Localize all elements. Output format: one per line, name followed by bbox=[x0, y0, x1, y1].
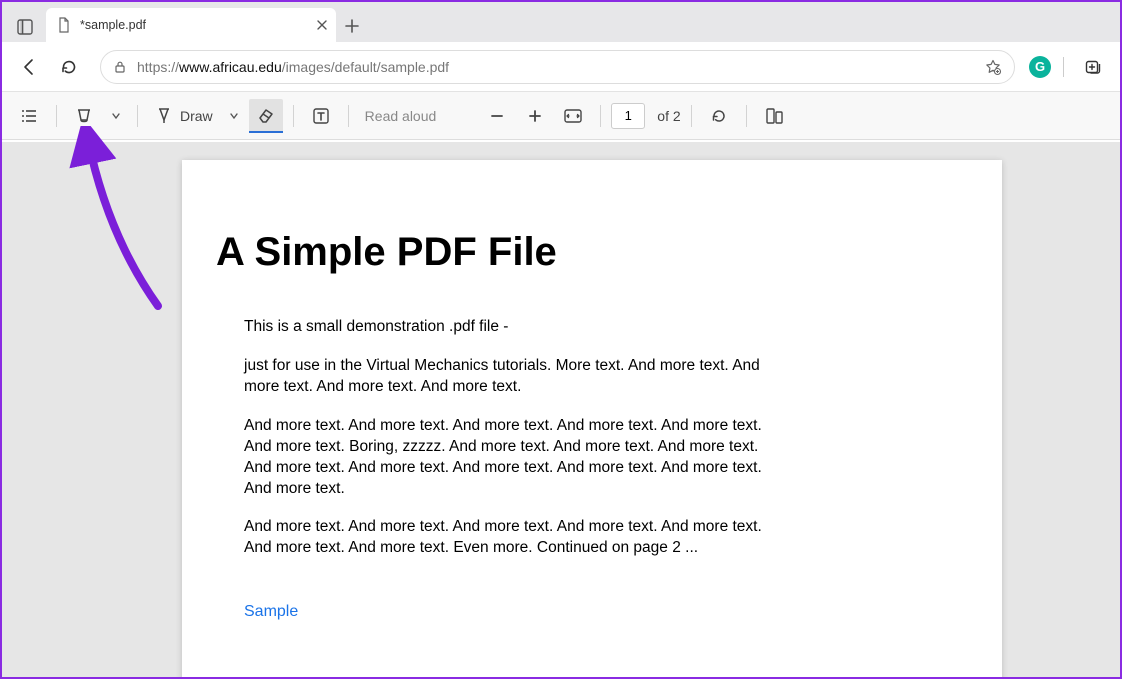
back-button[interactable] bbox=[12, 50, 46, 84]
page-body: This is a small demonstration .pdf file … bbox=[216, 317, 776, 559]
erase-button[interactable] bbox=[249, 99, 283, 133]
paragraph: just for use in the Virtual Mechanics tu… bbox=[244, 356, 776, 398]
close-tab-icon[interactable] bbox=[316, 19, 328, 31]
draw-label: Draw bbox=[180, 108, 213, 124]
pdf-page: A Simple PDF File This is a small demons… bbox=[182, 160, 1002, 677]
separator bbox=[348, 105, 349, 127]
paragraph: This is a small demonstration .pdf file … bbox=[244, 317, 776, 338]
separator bbox=[1063, 57, 1064, 77]
lock-icon bbox=[113, 60, 127, 74]
separator bbox=[56, 105, 57, 127]
paragraph: And more text. And more text. And more t… bbox=[244, 416, 776, 500]
fit-width-button[interactable] bbox=[556, 99, 590, 133]
highlight-dropdown[interactable] bbox=[105, 99, 127, 133]
tab-strip: *sample.pdf bbox=[2, 2, 1120, 42]
address-bar: https://www.africau.edu/images/default/s… bbox=[2, 42, 1120, 92]
tab-title: *sample.pdf bbox=[80, 18, 146, 32]
paragraph: And more text. And more text. And more t… bbox=[244, 517, 776, 559]
grammarly-extension-icon[interactable]: G bbox=[1029, 56, 1051, 78]
favorites-icon[interactable] bbox=[984, 58, 1002, 76]
pdf-toolbar: Draw Read aloud of 2 bbox=[2, 92, 1120, 140]
pdf-viewport[interactable]: A Simple PDF File This is a small demons… bbox=[2, 142, 1120, 677]
zoom-in-button[interactable] bbox=[518, 99, 552, 133]
draw-button[interactable]: Draw bbox=[148, 99, 219, 133]
address-bar-right: G bbox=[1029, 50, 1110, 84]
contents-button[interactable] bbox=[12, 99, 46, 133]
page-total-label: of 2 bbox=[657, 108, 680, 124]
draw-dropdown[interactable] bbox=[223, 99, 245, 133]
separator bbox=[293, 105, 294, 127]
tab[interactable]: *sample.pdf bbox=[46, 8, 336, 42]
page-number-input[interactable] bbox=[611, 103, 645, 129]
file-icon bbox=[56, 17, 72, 33]
separator bbox=[691, 105, 692, 127]
zoom-out-button[interactable] bbox=[480, 99, 514, 133]
page-view-button[interactable] bbox=[757, 99, 791, 133]
separator bbox=[746, 105, 747, 127]
url-path: /images/default/sample.pdf bbox=[282, 59, 449, 75]
tab-actions-button[interactable] bbox=[10, 12, 40, 42]
read-aloud-button[interactable]: Read aloud bbox=[359, 99, 443, 133]
new-tab-button[interactable] bbox=[336, 10, 368, 42]
add-text-button[interactable] bbox=[304, 99, 338, 133]
highlight-button[interactable] bbox=[67, 99, 101, 133]
page-title: A Simple PDF File bbox=[216, 230, 942, 275]
url-scheme: https:// bbox=[137, 59, 179, 75]
separator bbox=[600, 105, 601, 127]
refresh-button[interactable] bbox=[52, 50, 86, 84]
separator bbox=[137, 105, 138, 127]
sample-link[interactable]: Sample bbox=[216, 603, 298, 621]
rotate-button[interactable] bbox=[702, 99, 736, 133]
url-host: www.africau.edu bbox=[179, 59, 282, 75]
url-field[interactable]: https://www.africau.edu/images/default/s… bbox=[100, 50, 1015, 84]
collections-button[interactable] bbox=[1076, 50, 1110, 84]
